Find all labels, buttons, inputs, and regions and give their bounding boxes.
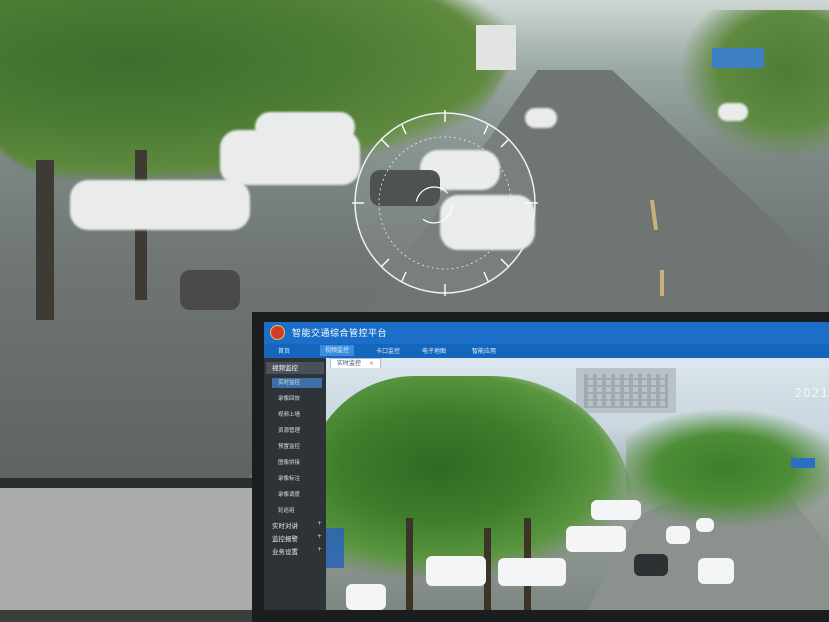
video-car — [698, 558, 734, 584]
targeting-reticle-icon — [352, 110, 538, 296]
video-feed[interactable]: 2021 — [326, 368, 829, 610]
background-trees-right — [679, 10, 829, 160]
app-screen: 智能交通综合管控平台 首页 视频监控 卡口监控 电子地图 智能应用 实时监控 × … — [264, 322, 829, 610]
sidebar: 视频监控 实时监控 录像回放 视频上墙 资源管理 预置监控 图像拼接 录像标注 … — [264, 358, 326, 610]
sidebar-item-patrol-group[interactable]: 轮巡组 — [278, 506, 295, 514]
top-nav: 首页 视频监控 卡口监控 电子地图 智能应用 — [264, 344, 829, 358]
tab-strip: 实时监控 × — [326, 358, 829, 368]
video-dark-car — [634, 554, 668, 576]
road-sign — [712, 48, 764, 68]
sidebar-group-label: 实时对讲 — [272, 522, 298, 530]
nav-item-smart-apps[interactable]: 智能应用 — [472, 346, 496, 355]
video-road-sign — [791, 458, 815, 468]
nav-item-checkpoint[interactable]: 卡口监控 — [376, 346, 400, 355]
video-car — [426, 556, 486, 586]
video-car — [346, 584, 386, 610]
sidebar-item-video-wall[interactable]: 视频上墙 — [278, 410, 300, 418]
desk-surface — [0, 488, 252, 610]
sidebar-header[interactable]: 视频监控 — [266, 362, 324, 374]
sidebar-item-preset[interactable]: 预置监控 — [278, 442, 300, 450]
nav-item-home[interactable]: 首页 — [278, 346, 290, 355]
sidebar-group-settings[interactable]: 业务设置 + — [272, 546, 322, 556]
sidebar-item-annotation[interactable]: 录像标注 — [278, 474, 300, 482]
tree-trunk — [36, 160, 54, 320]
video-timestamp: 2021 — [794, 386, 829, 400]
video-car — [591, 500, 641, 520]
police-emblem-icon — [270, 325, 285, 340]
video-car — [498, 558, 566, 586]
sidebar-group-label: 监控报警 — [272, 535, 298, 543]
scooter-rider — [180, 270, 240, 310]
video-trees-right — [626, 408, 829, 528]
sidebar-item-realtime[interactable]: 实时监控 — [272, 378, 322, 388]
video-car — [696, 518, 714, 532]
tab-label: 实时监控 — [337, 360, 362, 367]
sidebar-item-dispatch[interactable]: 录像调度 — [278, 490, 300, 498]
sidebar-group-intercom[interactable]: 实时对讲 + — [272, 520, 322, 530]
video-tree-trunk — [406, 518, 413, 610]
expand-icon: + — [316, 533, 322, 540]
expand-icon: + — [316, 546, 322, 553]
video-building — [576, 368, 676, 413]
sidebar-group-label: 业务设置 — [272, 548, 298, 556]
app-title: 智能交通综合管控平台 — [292, 329, 388, 339]
sidebar-item-playback[interactable]: 录像回放 — [278, 394, 300, 402]
sidebar-item-stitching[interactable]: 图像拼接 — [278, 458, 300, 466]
expand-icon: + — [316, 520, 322, 527]
sidebar-item-resources[interactable]: 资源管理 — [278, 426, 300, 434]
close-icon[interactable]: × — [369, 360, 374, 367]
billboard — [476, 25, 516, 70]
nav-item-map[interactable]: 电子地图 — [422, 346, 446, 355]
parked-car — [255, 112, 355, 142]
lane-marking — [660, 270, 664, 296]
distant-car — [718, 103, 748, 121]
video-car — [666, 526, 690, 544]
parked-car — [70, 180, 250, 230]
nav-item-video-monitor[interactable]: 视频监控 — [320, 345, 355, 356]
sidebar-group-alarm[interactable]: 监控报警 + — [272, 533, 322, 543]
app-titlebar: 智能交通综合管控平台 — [264, 322, 829, 344]
video-overlay-bar — [326, 528, 344, 568]
video-car — [566, 526, 626, 552]
tab-realtime-monitor[interactable]: 实时监控 × — [330, 358, 382, 368]
